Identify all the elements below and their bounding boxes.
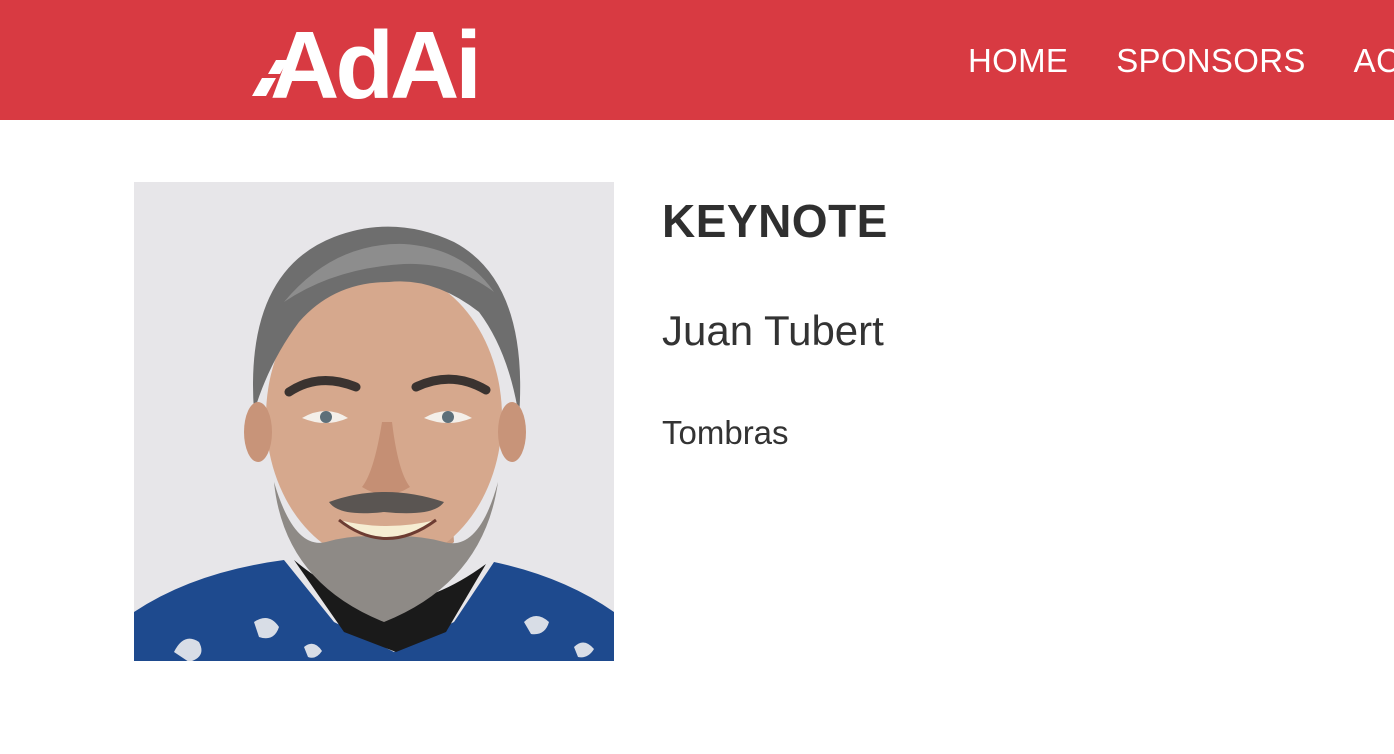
- adai-logo: AdAi: [252, 16, 482, 104]
- nav-home[interactable]: HOME: [968, 44, 1068, 77]
- nav-sponsors[interactable]: SPONSORS: [1116, 44, 1305, 77]
- main-nav: HOME SPONSORS AC: [968, 0, 1394, 120]
- nav-truncated-item[interactable]: AC: [1354, 44, 1394, 77]
- speaker-name: Juan Tubert: [662, 307, 884, 354]
- top-header: AdAi HOME SPONSORS AC: [0, 0, 1394, 120]
- speaker-section: KEYNOTE Juan Tubert Tombras: [134, 182, 1334, 662]
- speaker-photo: [134, 182, 614, 661]
- speaker-company: Tombras: [662, 414, 789, 451]
- svg-text:AdAi: AdAi: [270, 16, 478, 104]
- speaker-role: KEYNOTE: [662, 195, 888, 247]
